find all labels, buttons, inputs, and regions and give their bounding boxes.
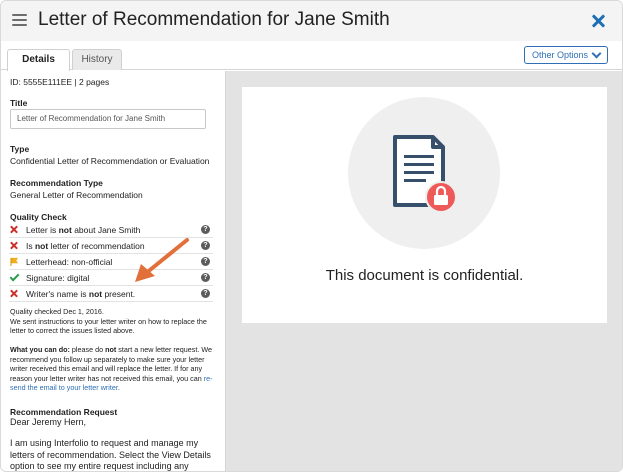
title-label: Title: [10, 98, 28, 108]
flag-icon: [10, 257, 19, 266]
help-icon[interactable]: ?: [201, 273, 210, 282]
help-icon[interactable]: ?: [201, 225, 210, 234]
help-icon[interactable]: ?: [201, 241, 210, 250]
recommendation-request-label: Recommendation Request: [10, 407, 118, 417]
modal-window: Letter of Recommendation for Jane Smith …: [0, 0, 623, 472]
help-icon[interactable]: ?: [201, 289, 210, 298]
confidential-message: This document is confidential.: [325, 267, 524, 284]
hamburger-icon[interactable]: [12, 14, 27, 26]
request-greeting: Dear Jeremy Hern,: [10, 417, 87, 427]
type-label: Type: [10, 144, 30, 154]
tab-bar: Details History Other Options: [1, 41, 622, 71]
close-icon[interactable]: [591, 14, 605, 28]
quality-check-notes: Quality checked Dec 1, 2016. We sent ins…: [10, 307, 207, 335]
chevron-down-icon: [591, 48, 602, 59]
preview-card: This document is confidential.: [242, 87, 607, 323]
title-field[interactable]: Letter of Recommendation for Jane Smith: [10, 109, 206, 129]
annotation-arrow: [135, 238, 189, 282]
other-options-dropdown[interactable]: Other Options: [524, 46, 608, 64]
tab-history[interactable]: History: [72, 49, 122, 70]
preview-icon-circle: [348, 97, 500, 249]
details-panel[interactable]: ID: 5555E111EE | 2 pages Title Letter of…: [1, 71, 225, 471]
tab-details[interactable]: Details: [7, 49, 70, 71]
quality-item: Writer's name is not present. ?: [9, 286, 213, 302]
resend-email-link[interactable]: send the email to your letter writer: [10, 383, 118, 392]
document-id: ID: 5555E111EE | 2 pages: [10, 77, 110, 87]
request-body: I am using Interfolio to request and man…: [10, 438, 211, 471]
fail-x-icon: [10, 289, 19, 298]
fail-x-icon: [10, 225, 19, 234]
recommendation-type-value: General Letter of Recommendation: [10, 190, 143, 200]
fail-x-icon: [10, 241, 19, 250]
what-you-can-do: What you can do: please do not start a n…: [10, 345, 213, 392]
type-value: Confidential Letter of Recommendation or…: [10, 156, 210, 166]
other-options-label: Other Options: [532, 50, 589, 60]
document-preview-panel: This document is confidential.: [225, 71, 622, 471]
modal-header: Letter of Recommendation for Jane Smith: [1, 1, 622, 41]
quality-check-label: Quality Check: [10, 212, 67, 222]
locked-document-icon: [393, 135, 457, 213]
recommendation-type-label: Recommendation Type: [10, 178, 103, 188]
resend-email-link[interactable]: re-: [204, 374, 213, 383]
help-icon[interactable]: ?: [201, 257, 210, 266]
check-icon: [10, 273, 19, 282]
page-title: Letter of Recommendation for Jane Smith: [38, 9, 390, 30]
